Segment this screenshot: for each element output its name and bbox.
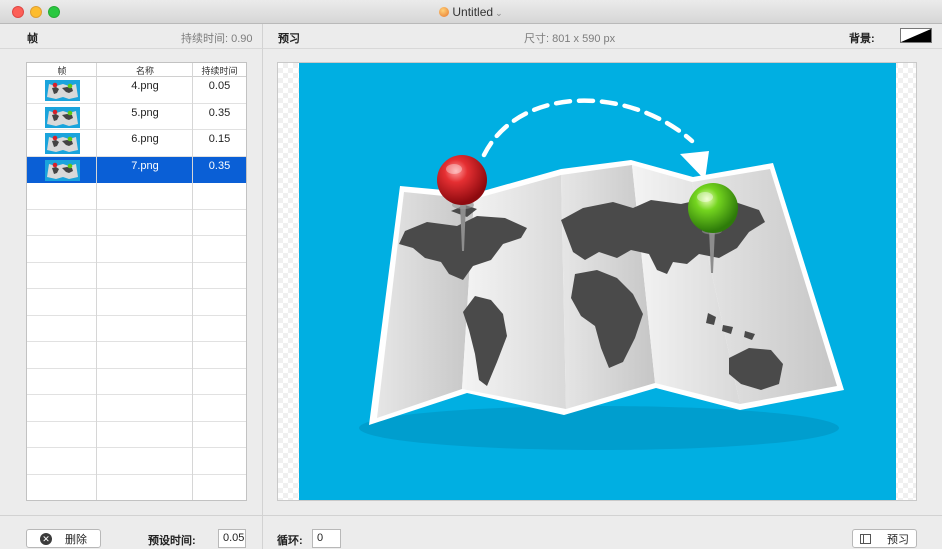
column-divider: [192, 63, 193, 500]
table-row[interactable]: 4.png 0.05: [27, 77, 246, 104]
frame-thumbnail: [45, 159, 80, 181]
empty-row: [27, 448, 246, 475]
empty-row: [27, 236, 246, 263]
row-name: 6.png: [131, 133, 159, 145]
loop-count-field[interactable]: 0: [312, 529, 341, 548]
row-duration[interactable]: 0.35: [193, 157, 246, 183]
app-window: Untitled ⌄ 帧 持续时间: 0.90 预习 尺寸: 801 x 590 …: [0, 0, 942, 549]
column-header-duration[interactable]: 持续时间: [193, 64, 246, 77]
preview-header: 预习 尺寸: 801 x 590 px 背景:: [263, 24, 942, 49]
empty-row: [27, 210, 246, 236]
preview-panel: [263, 49, 942, 515]
empty-row: [27, 475, 246, 501]
frames-title: 帧: [27, 33, 38, 45]
preview-map-illustration: [359, 98, 844, 450]
row-duration[interactable]: 0.15: [193, 130, 246, 156]
empty-row: [27, 369, 246, 395]
preview-button-label: 预习: [887, 533, 909, 546]
empty-row: [27, 316, 246, 342]
empty-row: [27, 263, 246, 289]
preview-button[interactable]: 预习: [852, 529, 917, 548]
row-name: 5.png: [131, 106, 159, 119]
delete-label: 删除: [65, 533, 87, 546]
image-size: 尺寸: 801 x 590 px: [524, 33, 616, 45]
empty-row: [27, 422, 246, 448]
background-color-well[interactable]: [900, 28, 932, 43]
delete-button[interactable]: ✕ 删除: [26, 529, 101, 548]
document-icon: [439, 7, 450, 17]
preview-area: [277, 62, 917, 501]
frame-thumbnail: [45, 106, 80, 128]
column-header-name[interactable]: 名称: [97, 64, 193, 77]
column-divider: [96, 63, 97, 500]
table-header: 帧 名称 持续时间: [27, 63, 246, 77]
frames-toolbar: ✕ 删除 预设时间: 0.05: [0, 515, 263, 549]
frame-thumbnail: [45, 80, 80, 101]
window-title: Untitled: [452, 5, 494, 19]
preview-title: 预习: [278, 33, 300, 45]
preset-time-label: 预设时间:: [148, 535, 196, 547]
title-bar: Untitled ⌄: [0, 0, 942, 24]
frames-table[interactable]: 帧 名称 持续时间 4.png 0.05 5.png 0.35 6.png 0.…: [26, 62, 247, 501]
loop-label: 循环:: [277, 535, 303, 547]
empty-row: [27, 183, 246, 210]
table-row-selected[interactable]: 7.png 0.35: [27, 156, 246, 183]
row-duration[interactable]: 0.05: [193, 77, 246, 103]
preset-time-field[interactable]: 0.05: [218, 529, 246, 548]
row-duration[interactable]: 0.35: [193, 104, 246, 130]
frames-header: 帧 持续时间: 0.90: [0, 24, 263, 49]
table-row[interactable]: 5.png 0.35: [27, 104, 246, 130]
frames-panel: 帧 名称 持续时间 4.png 0.05 5.png 0.35 6.png 0.…: [0, 49, 263, 515]
empty-row: [27, 395, 246, 422]
column-header-frame[interactable]: 帧: [27, 64, 97, 77]
preview-icon: [860, 533, 871, 544]
close-circle-icon: ✕: [40, 532, 52, 545]
table-row[interactable]: 6.png 0.15: [27, 130, 246, 157]
empty-row: [27, 342, 246, 369]
table-rows: 4.png 0.05 5.png 0.35 6.png 0.15 7.png 0…: [27, 77, 246, 501]
row-name: 7.png: [131, 159, 159, 172]
preview-toolbar: 循环: 0 预习: [263, 515, 942, 549]
row-name: 4.png: [131, 80, 159, 92]
frame-thumbnail: [45, 133, 80, 154]
window-title-area[interactable]: Untitled ⌄: [0, 5, 942, 19]
background-label: 背景:: [849, 33, 875, 45]
chevron-down-icon: ⌄: [495, 8, 503, 18]
total-duration: 持续时间: 0.90: [181, 33, 253, 45]
preview-canvas: [299, 63, 896, 500]
empty-row: [27, 289, 246, 316]
